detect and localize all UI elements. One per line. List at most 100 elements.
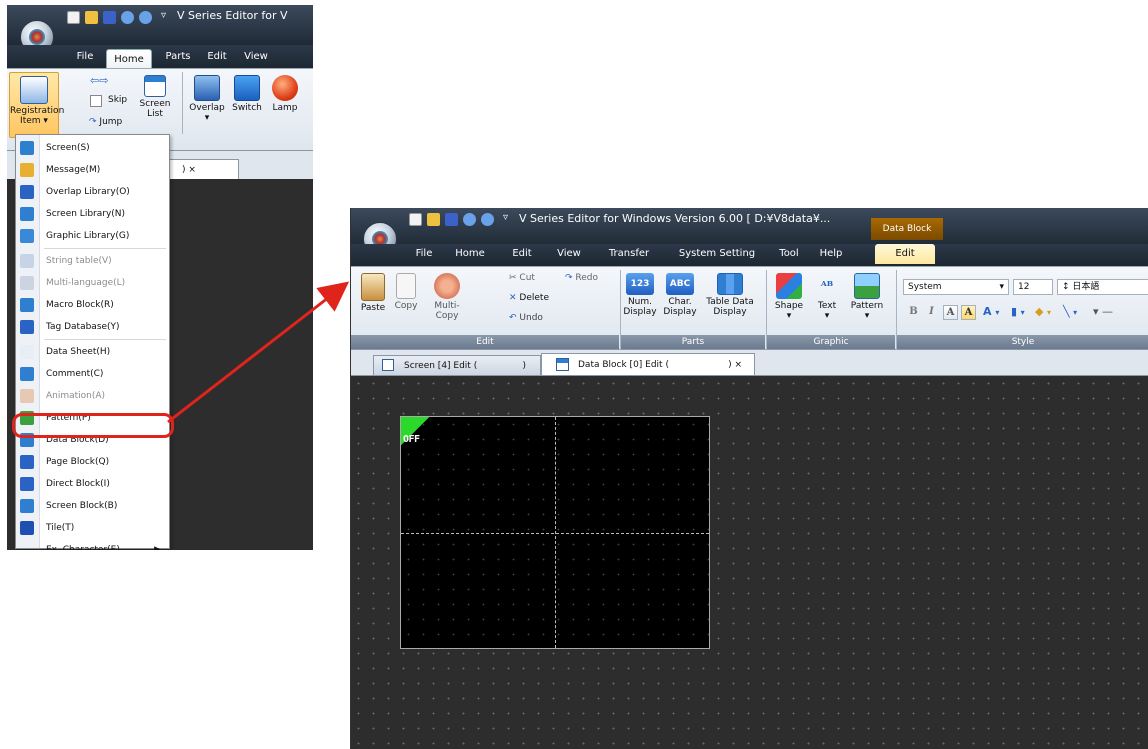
registration-item-icon	[20, 76, 48, 104]
num-display-button[interactable]: 123 Num. Display	[623, 273, 657, 335]
menu-item-tag-database[interactable]: Tag Database(Y)	[16, 316, 169, 338]
tab-parts[interactable]: Parts	[160, 47, 196, 67]
animation-icon	[20, 389, 34, 403]
menu-item-ex-character[interactable]: Ex. Character(E) ▶	[16, 539, 169, 550]
registration-item-button[interactable]: Registration Item ▾	[9, 72, 64, 138]
cut-button[interactable]: ✂ Cut	[509, 273, 535, 283]
menu-item-comment[interactable]: Comment(C)	[16, 363, 169, 385]
menu-item-graphic-library[interactable]: Graphic Library(G)	[16, 225, 169, 247]
open-folder-icon[interactable]	[427, 213, 440, 226]
paste-button[interactable]: Paste	[355, 273, 391, 333]
switch-button[interactable]: Switch	[229, 75, 265, 135]
tab-view[interactable]: View	[551, 244, 587, 264]
chevron-down-icon: ▾	[824, 311, 830, 321]
editor-workspace: OFF	[351, 376, 1148, 749]
menu-item-page-block[interactable]: Page Block(Q)	[16, 451, 169, 473]
menu-item-overlap-library[interactable]: Overlap Library(O)	[16, 181, 169, 203]
new-file-icon[interactable]	[67, 11, 80, 24]
tab-system-setting[interactable]: System Setting	[671, 244, 763, 264]
main-ribbon: Paste Copy Multi-Copy ✂ Cut ✕ Delete ↶ U…	[351, 266, 1148, 350]
paste-icon	[361, 273, 385, 301]
redo-button[interactable]: ↷ Redo	[565, 273, 598, 283]
chevron-down-icon: ▾	[204, 113, 210, 123]
multi-copy-button[interactable]: Multi-Copy	[423, 273, 471, 333]
save-icon[interactable]	[103, 11, 116, 24]
text-button[interactable]: ᴬᴮ Text ▾	[811, 273, 843, 335]
menu-item-multi-language: Multi-language(L)	[16, 272, 169, 294]
tab-view[interactable]: View	[239, 47, 273, 67]
save-icon[interactable]	[445, 213, 458, 226]
undo-icon[interactable]	[121, 11, 134, 24]
tab-file[interactable]: File	[407, 244, 441, 264]
overlap-icon	[194, 75, 220, 101]
pointer-arrow	[167, 281, 350, 424]
undo-icon[interactable]	[463, 213, 476, 226]
screen-list-button[interactable]: Screen List	[138, 75, 172, 135]
delete-button[interactable]: ✕ Delete	[509, 293, 549, 303]
menu-item-tile[interactable]: Tile(T)	[16, 517, 169, 539]
menu-item-data-sheet[interactable]: Data Sheet(H)	[16, 341, 169, 363]
quick-access-dropdown-icon[interactable]: ▿	[503, 212, 508, 223]
menu-item-direct-block[interactable]: Direct Block(I)	[16, 473, 169, 495]
language-select[interactable]: ↕ 日本語	[1057, 279, 1148, 295]
close-tab-icon[interactable]: ) ×	[728, 354, 742, 376]
registration-item-dropdown-menu: Screen(S) Message(M) Overlap Library(O) Scr…	[15, 134, 170, 550]
data-block-canvas[interactable]: OFF	[400, 416, 710, 649]
copy-button[interactable]: Copy	[391, 273, 421, 333]
menu-item-string-table: String table(V)	[16, 250, 169, 272]
tab-edit-main[interactable]: Edit	[505, 244, 539, 264]
fill-color-button[interactable]: ◆ ▾	[1035, 305, 1051, 318]
highlight-color-button[interactable]: ▮ ▾	[1011, 305, 1025, 318]
small-ribbon-tabs: File Home Parts Edit View	[7, 45, 313, 69]
new-file-icon[interactable]	[409, 213, 422, 226]
doc-tab-screen[interactable]: Screen [4] Edit ( )	[373, 355, 541, 375]
redo-icon[interactable]	[139, 11, 152, 24]
tab-home[interactable]: Home	[449, 244, 491, 264]
table-data-display-button[interactable]: Table Data Display	[701, 273, 759, 335]
copy-icon	[396, 273, 416, 299]
shadow-text-button[interactable]: A	[961, 305, 976, 320]
undo-button[interactable]: ↶ Undo	[509, 313, 543, 323]
font-select[interactable]: System ▾	[903, 279, 1009, 295]
tab-transfer[interactable]: Transfer	[601, 244, 657, 264]
char-display-button[interactable]: ABC Char. Display	[661, 273, 699, 335]
small-doc-tab[interactable]: ) ×	[169, 159, 239, 179]
menu-item-screen-library[interactable]: Screen Library(N)	[16, 203, 169, 225]
pattern-button[interactable]: Pattern ▾	[845, 273, 889, 335]
submenu-arrow-icon: ▶	[154, 545, 161, 550]
direct-block-icon	[20, 477, 34, 491]
lamp-button[interactable]: Lamp	[267, 75, 303, 135]
italic-button[interactable]: I	[924, 305, 939, 320]
open-folder-icon[interactable]	[85, 11, 98, 24]
tab-home[interactable]: Home	[106, 49, 152, 69]
line-color-button[interactable]: ╲ ▾	[1063, 305, 1077, 318]
macro-block-icon	[20, 298, 34, 312]
undo-icon: ↶	[509, 313, 517, 323]
tab-help[interactable]: Help	[813, 244, 849, 264]
menu-item-screen[interactable]: Screen(S)	[16, 137, 169, 159]
quick-access-dropdown-icon[interactable]: ▿	[161, 10, 166, 21]
overlap-button[interactable]: Overlap ▾	[187, 75, 227, 135]
skip-checkbox[interactable]	[90, 95, 102, 107]
tab-tool[interactable]: Tool	[771, 244, 807, 264]
canvas-horizontal-center-line	[401, 533, 709, 534]
bold-button[interactable]: B	[906, 305, 921, 320]
tab-file[interactable]: File	[69, 47, 101, 67]
line-style-button[interactable]: ▾ —	[1093, 305, 1113, 318]
redo-icon[interactable]	[481, 213, 494, 226]
menu-item-screen-block[interactable]: Screen Block(B)	[16, 495, 169, 517]
menu-item-message[interactable]: Message(M)	[16, 159, 169, 181]
outline-text-button[interactable]: A	[943, 305, 958, 320]
doc-tab-data-block[interactable]: Data Block [0] Edit ( ) ×	[541, 353, 755, 375]
jump-button[interactable]: ↷ Jump	[89, 117, 122, 127]
skip-label: Skip	[108, 95, 128, 105]
menu-item-macro-block[interactable]: Macro Block(R)	[16, 294, 169, 316]
text-color-button[interactable]: A ▾	[983, 305, 999, 318]
small-window-title: V Series Editor for V	[177, 9, 288, 22]
screen-library-icon	[20, 207, 34, 221]
font-size-select[interactable]: 12	[1013, 279, 1053, 295]
tab-data-block-edit[interactable]: Edit	[875, 244, 935, 264]
tab-edit[interactable]: Edit	[201, 47, 233, 67]
shape-button[interactable]: Shape ▾	[771, 273, 807, 335]
data-block-icon	[556, 358, 569, 371]
